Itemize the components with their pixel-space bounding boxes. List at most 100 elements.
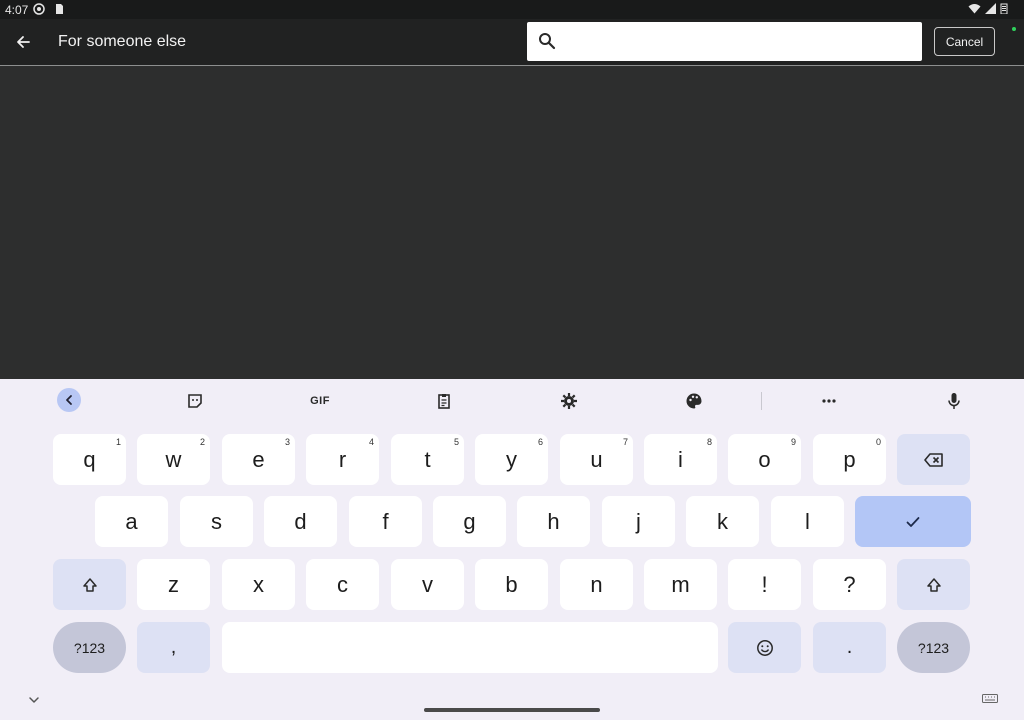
collapse-toolbar-button[interactable] [57, 388, 81, 412]
key-b[interactable]: b [475, 559, 548, 610]
key-d[interactable]: d [264, 496, 337, 547]
key-label: q [83, 446, 96, 472]
gif-icon: GIF [310, 395, 330, 407]
signal-icon [985, 3, 996, 14]
key-f[interactable]: f [349, 496, 422, 547]
key-hint: 7 [622, 437, 628, 447]
key-hint: 6 [537, 437, 543, 447]
screen: 4:07 For someone else Cancel GIF q 1 w 2… [0, 0, 1024, 720]
key-s[interactable]: s [180, 496, 253, 547]
key-m[interactable]: m [644, 559, 717, 610]
mic-icon [948, 393, 960, 409]
gear-icon [561, 393, 577, 409]
clipboard-button[interactable] [432, 389, 456, 413]
key-e[interactable]: e3 [222, 434, 295, 485]
key-q[interactable]: q1 [53, 434, 126, 485]
key-label: p [843, 446, 856, 472]
gesture-nav-handle[interactable] [424, 708, 600, 712]
app-bar: For someone else Cancel [0, 19, 1024, 66]
key-r[interactable]: r4 [306, 434, 379, 485]
shift-icon [82, 577, 97, 592]
more-button[interactable] [817, 389, 841, 413]
key-l[interactable]: l [771, 496, 844, 547]
enter-key[interactable] [855, 496, 971, 547]
backspace-icon [923, 452, 943, 467]
backspace-key[interactable] [897, 434, 970, 485]
key-n[interactable]: n [560, 559, 633, 610]
sticker-button[interactable] [183, 389, 207, 413]
gif-button[interactable]: GIF [307, 389, 333, 413]
emoji-key[interactable] [728, 622, 801, 673]
key-hint: 3 [284, 437, 290, 447]
status-right [968, 3, 1008, 14]
palette-icon [686, 393, 702, 409]
sd-card-icon [56, 4, 63, 14]
key-p[interactable]: p0 [813, 434, 886, 485]
wifi-icon [968, 4, 981, 14]
shift-key-right[interactable] [897, 559, 970, 610]
search-field[interactable] [527, 22, 922, 61]
key-label: e [252, 446, 265, 472]
keyboard: GIF q 1 w 2 e 3 r 4 t 5 y 6 u 7 i 8 o 9 … [0, 379, 1024, 720]
key-label: i [678, 446, 683, 472]
sticker-icon [188, 394, 202, 408]
key-y[interactable]: y6 [475, 434, 548, 485]
key-w[interactable]: w2 [137, 434, 210, 485]
key-period[interactable]: . [813, 622, 886, 673]
key-hint: 4 [368, 437, 374, 447]
key-label: y [506, 446, 517, 472]
key-o[interactable]: o9 [728, 434, 801, 485]
battery-icon [1000, 3, 1008, 14]
keyboard-switch-icon[interactable] [982, 694, 998, 706]
key-hint: 9 [790, 437, 796, 447]
key-label: u [590, 446, 603, 472]
key-label: r [338, 446, 347, 472]
status-bar: 4:07 [0, 0, 1024, 19]
symbols-key-right[interactable]: ?123 [897, 622, 970, 673]
key-exclamation[interactable]: ! [728, 559, 801, 610]
key-question[interactable]: ? [813, 559, 886, 610]
privacy-indicator-dot [1012, 27, 1016, 31]
key-a[interactable]: a [95, 496, 168, 547]
search-icon [539, 33, 556, 50]
cancel-button[interactable]: Cancel [934, 27, 995, 56]
status-time: 4:07 [5, 3, 29, 17]
symbols-key-left[interactable]: ?123 [53, 622, 126, 673]
key-hint: 2 [199, 437, 205, 447]
key-g[interactable]: g [433, 496, 506, 547]
key-comma[interactable]: , [137, 622, 210, 673]
key-v[interactable]: v [391, 559, 464, 610]
key-i[interactable]: i8 [644, 434, 717, 485]
key-j[interactable]: j [602, 496, 675, 547]
key-h[interactable]: h [517, 496, 590, 547]
key-c[interactable]: c [306, 559, 379, 610]
settings-button[interactable] [557, 389, 581, 413]
chevron-down-icon[interactable] [27, 693, 41, 707]
key-label: o [758, 446, 771, 472]
voice-input-button[interactable] [942, 389, 966, 413]
key-label: t [424, 446, 431, 472]
key-hint: 0 [875, 437, 881, 447]
back-arrow-icon[interactable] [12, 31, 34, 53]
results-area [0, 67, 1024, 379]
shift-icon [926, 577, 941, 592]
clipboard-icon [438, 394, 450, 409]
key-hint: 5 [453, 437, 459, 447]
space-key[interactable] [222, 622, 718, 673]
chrome-like-icon [33, 3, 45, 15]
more-icon [822, 399, 836, 403]
key-hint: 1 [115, 437, 121, 447]
key-hint: 8 [706, 437, 712, 447]
key-u[interactable]: u7 [560, 434, 633, 485]
theme-button[interactable] [682, 389, 706, 413]
key-z[interactable]: z [137, 559, 210, 610]
shift-key-left[interactable] [53, 559, 126, 610]
key-t[interactable]: t5 [391, 434, 464, 485]
toolbar-divider [761, 392, 762, 410]
emoji-icon [756, 639, 773, 656]
key-k[interactable]: k [686, 496, 759, 547]
chevron-left-icon [66, 395, 72, 405]
page-title: For someone else [58, 33, 187, 50]
key-label: w [165, 446, 182, 472]
key-x[interactable]: x [222, 559, 295, 610]
